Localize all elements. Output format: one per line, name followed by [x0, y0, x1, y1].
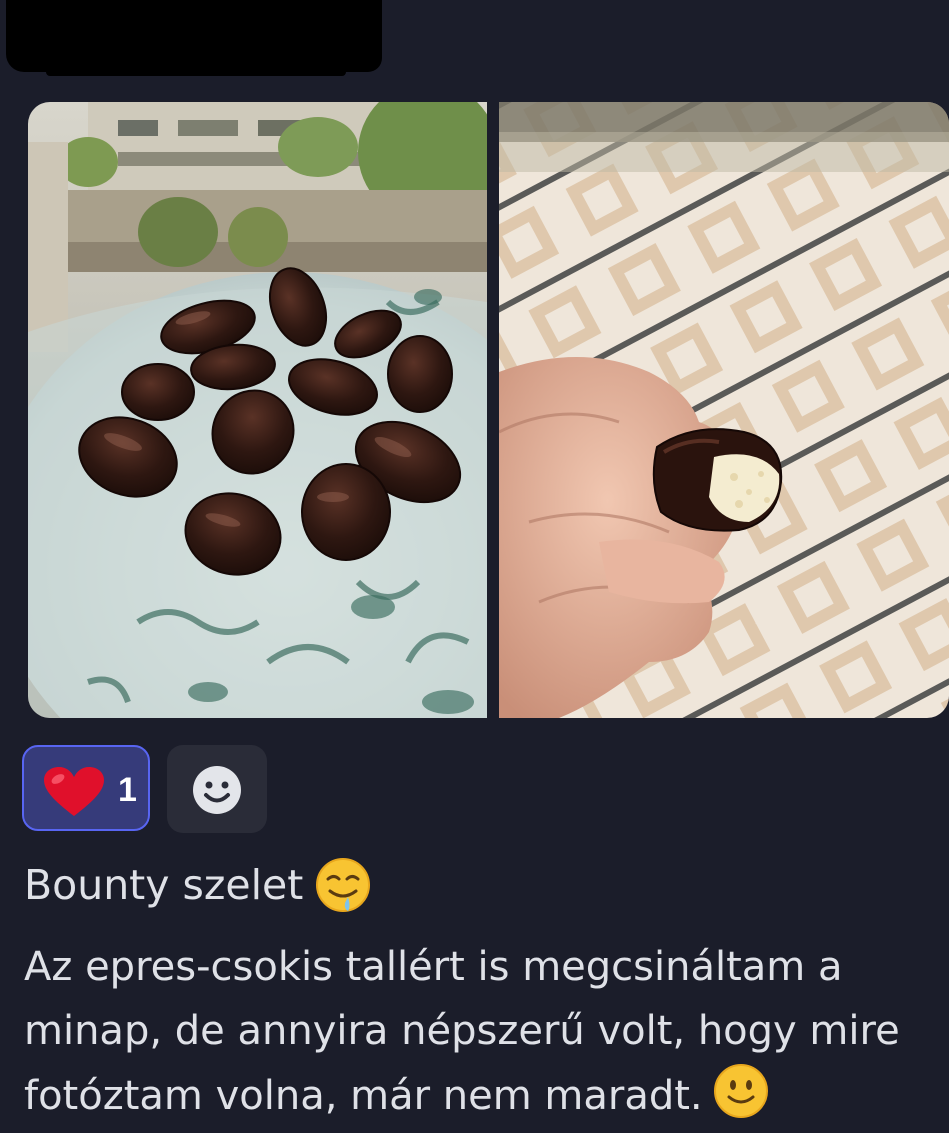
red-heart-emoji-icon	[44, 767, 104, 816]
message-title-text: Bounty szelet	[24, 861, 304, 909]
message-body: Az epres-csokis tallért is megcsináltam …	[24, 935, 924, 1128]
redacted-username	[6, 0, 382, 76]
drooling-face-emoji-icon	[316, 858, 371, 912]
message-body-line-1: Az epres-csokis tallért is megcsináltam …	[24, 944, 843, 990]
attachment-image-bitten-bar[interactable]	[499, 102, 949, 718]
chocolates-plate-photo	[28, 102, 487, 718]
smiley-add-reaction-icon	[193, 766, 241, 814]
slightly-smiling-face-emoji-icon	[713, 1064, 768, 1118]
message-body-line-3-text: fotóztam volna, már nem maradt.	[24, 1073, 703, 1119]
reaction-heart-button[interactable]: 1	[22, 745, 150, 831]
image-gallery	[28, 102, 949, 718]
reaction-count: 1	[118, 771, 137, 809]
add-reaction-button[interactable]	[167, 745, 267, 833]
attachment-image-chocolates-plate[interactable]	[28, 102, 487, 718]
message-title: Bounty szelet	[24, 857, 371, 913]
message-body-line-2: minap, de annyira népszerű volt, hogy mi…	[24, 1008, 900, 1054]
message-body-line-3: fotóztam volna, már nem maradt.	[24, 1063, 924, 1128]
bitten-bar-photo	[499, 102, 949, 718]
